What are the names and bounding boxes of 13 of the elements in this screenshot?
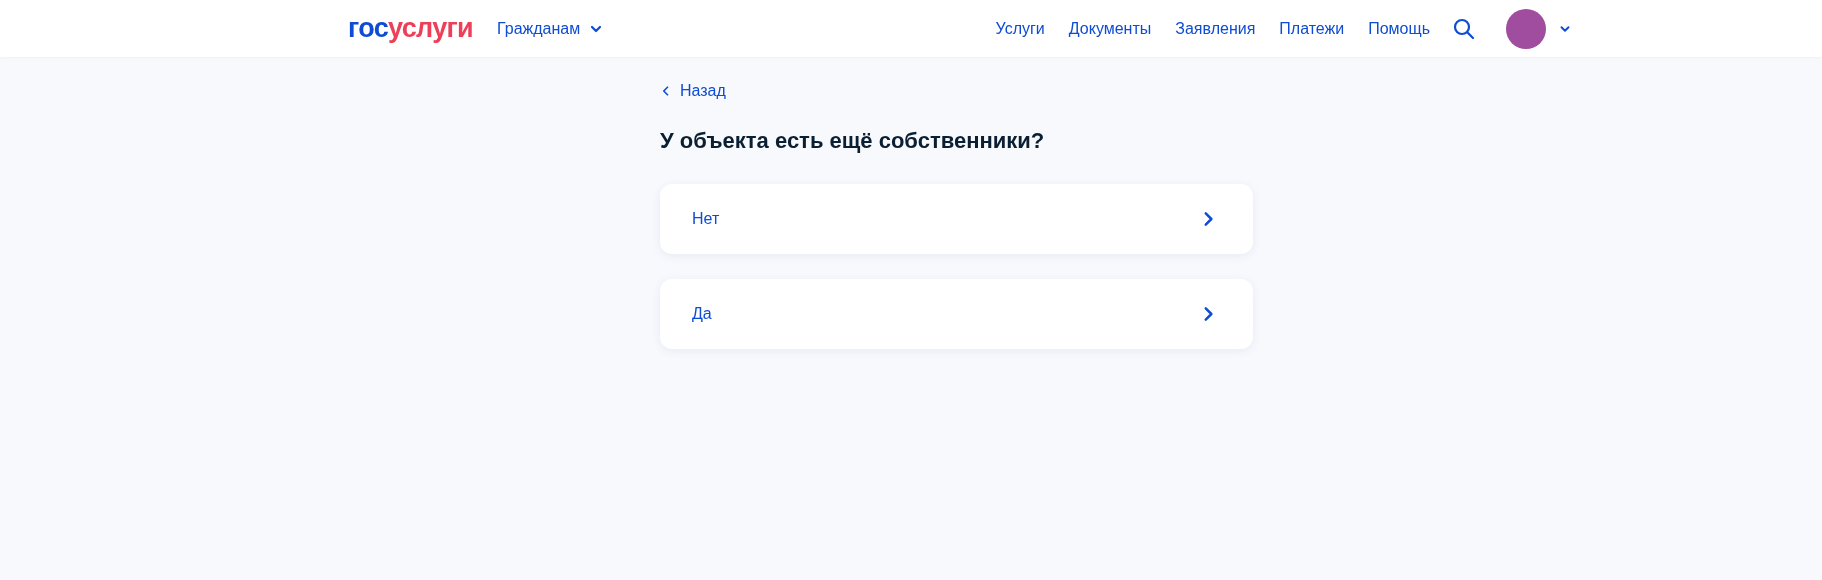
- audience-menu[interactable]: Гражданам: [497, 16, 605, 41]
- user-avatar[interactable]: [1506, 8, 1546, 49]
- search-icon[interactable]: [1452, 16, 1476, 41]
- answer-option[interactable]: Да: [660, 279, 1253, 349]
- nav-link[interactable]: Помощь: [1368, 16, 1430, 41]
- back-link[interactable]: Назад: [660, 79, 726, 103]
- nav-link[interactable]: Платежи: [1279, 16, 1345, 41]
- nav-link[interactable]: Услуги: [995, 16, 1045, 41]
- answer-option[interactable]: Нет: [660, 184, 1253, 254]
- gosuslugi-logo[interactable]: госуслуги: [348, 15, 473, 42]
- page-title: У объекта есть ещё собственники?: [660, 127, 1046, 155]
- nav-link[interactable]: Заявления: [1175, 16, 1256, 41]
- nav-link[interactable]: Документы: [1068, 16, 1152, 41]
